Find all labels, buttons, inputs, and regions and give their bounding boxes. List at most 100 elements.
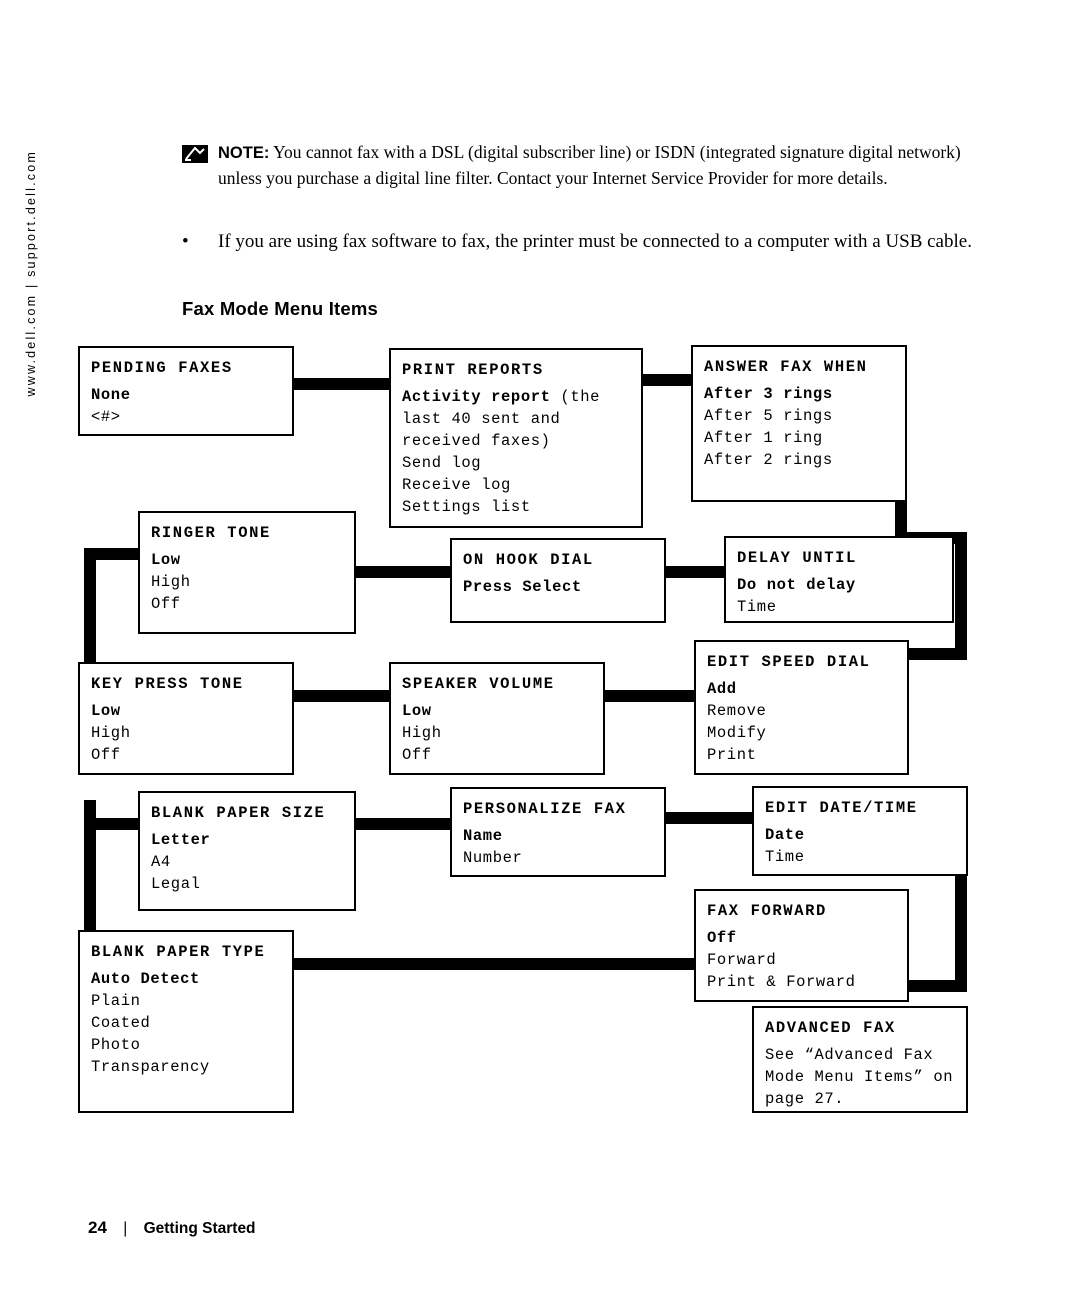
menu-option[interactable]: Off [151, 593, 343, 615]
menu-option[interactable]: Print & Forward [707, 971, 896, 993]
menu-option[interactable]: After 2 rings [704, 449, 894, 471]
footer-label: Getting Started [143, 1220, 256, 1237]
menu-box-title: ADVANCED FAX [765, 1019, 896, 1037]
menu-box-title: PERSONALIZE FAX [463, 800, 627, 818]
side-margin-url: www.dell.com | support.dell.com [24, 0, 38, 397]
page-title: Fax Mode Menu Items [182, 298, 379, 319]
menu-option-default[interactable]: Activity report (the [402, 386, 630, 408]
menu-option[interactable]: After 1 ring [704, 427, 894, 449]
menu-option[interactable]: Plain [91, 990, 281, 1012]
menu-option[interactable]: Time [737, 596, 941, 618]
menu-option-default[interactable]: Press Select [463, 576, 653, 598]
menu-box-blank-paper-size[interactable]: BLANK PAPER SIZE Letter A4 Legal [138, 791, 356, 911]
menu-option[interactable]: Legal [151, 873, 343, 895]
menu-box-title: RINGER TONE [151, 524, 271, 542]
menu-option-default-label: Activity report [402, 388, 551, 406]
menu-option[interactable]: <#> [91, 406, 281, 428]
menu-option-default[interactable]: None [91, 384, 281, 406]
connector-print-to-answer [642, 374, 694, 386]
menu-box-key-press-tone[interactable]: KEY PRESS TONE Low High Off [78, 662, 294, 775]
menu-option[interactable]: High [91, 722, 281, 744]
connector-datetime-down [955, 870, 967, 992]
menu-option-default[interactable]: Low [91, 700, 281, 722]
menu-option[interactable]: High [151, 571, 343, 593]
menu-box-note-line-3: page 27. [765, 1090, 845, 1108]
menu-box-title: DELAY UNTIL [737, 549, 857, 567]
connector-speaker-to-speeddial [604, 690, 695, 702]
connector-ringer-to-onhook [356, 566, 454, 578]
menu-option-default[interactable]: Off [707, 927, 896, 949]
menu-box-title: PENDING FAXES [91, 359, 233, 377]
menu-option[interactable]: Off [91, 744, 281, 766]
menu-box-ringer-tone[interactable]: RINGER TONE Low High Off [138, 511, 356, 634]
menu-option[interactable]: Print [707, 744, 896, 766]
menu-option-default[interactable]: Letter [151, 829, 343, 851]
menu-option-default-cont-1: last 40 sent and [402, 410, 561, 428]
menu-option[interactable]: Photo [91, 1034, 281, 1056]
menu-option-default[interactable]: Date [765, 824, 955, 846]
menu-option-default[interactable]: Add [707, 678, 896, 700]
connector-personalize-to-datetime [661, 812, 753, 824]
menu-box-on-hook-dial[interactable]: ON HOOK DIAL Press Select [450, 538, 666, 623]
connector-keypress-to-speaker [293, 690, 392, 702]
menu-option[interactable]: Number [463, 847, 653, 869]
note-body: You cannot fax with a DSL (digital subsc… [218, 142, 961, 188]
menu-box-note-line-1: See “Advanced Fax [765, 1046, 934, 1064]
menu-box-title: BLANK PAPER TYPE [91, 943, 266, 961]
menu-option[interactable]: Receive log [402, 474, 630, 496]
bullet-marker: • [182, 231, 189, 252]
note-icon [182, 145, 208, 163]
menu-option[interactable]: After 5 rings [704, 405, 894, 427]
menu-option[interactable]: Send log [402, 452, 630, 474]
menu-option[interactable]: Transparency [91, 1056, 281, 1078]
menu-option[interactable]: Time [765, 846, 955, 868]
side-margin-url-text: www.dell.com | support.dell.com [24, 150, 38, 397]
footer-page-number: 24 [88, 1218, 107, 1237]
menu-box-title: BLANK PAPER SIZE [151, 804, 326, 822]
connector-papertype-to-faxforward [293, 958, 697, 970]
note-block: NOTE: You cannot fax with a DSL (digital… [182, 140, 964, 191]
menu-option-default[interactable]: Low [151, 549, 343, 571]
note-label: NOTE: [218, 144, 270, 162]
menu-box-pending-faxes[interactable]: PENDING FAXES None <#> [78, 346, 294, 436]
menu-option[interactable]: Off [402, 744, 592, 766]
connector-papersize-in [84, 818, 140, 830]
menu-option[interactable]: Settings list [402, 496, 630, 518]
menu-box-title: ANSWER FAX WHEN [704, 358, 868, 376]
menu-option-default[interactable]: Low [402, 700, 592, 722]
menu-option[interactable]: High [402, 722, 592, 744]
bullet-item: • If you are using fax software to fax, … [182, 228, 972, 256]
menu-box-title: EDIT DATE/TIME [765, 799, 918, 817]
menu-box-edit-date-time[interactable]: EDIT DATE/TIME Date Time [752, 786, 968, 876]
menu-option[interactable]: Modify [707, 722, 896, 744]
menu-box-print-reports[interactable]: PRINT REPORTS Activity report (the last … [389, 348, 643, 528]
page-footer: 24 | Getting Started [88, 1218, 256, 1238]
menu-option-default[interactable]: Name [463, 825, 653, 847]
menu-option[interactable]: Forward [707, 949, 896, 971]
connector-pending-to-print [293, 378, 391, 390]
menu-option-default[interactable]: Auto Detect [91, 968, 281, 990]
menu-box-note-line-2: Mode Menu Items” on [765, 1068, 954, 1086]
menu-box-answer-fax-when[interactable]: ANSWER FAX WHEN After 3 rings After 5 ri… [691, 345, 907, 502]
menu-box-edit-speed-dial[interactable]: EDIT SPEED DIAL Add Remove Modify Print [694, 640, 909, 775]
menu-box-title: ON HOOK DIAL [463, 551, 594, 569]
menu-box-title: KEY PRESS TONE [91, 675, 244, 693]
connector-delay-down [955, 532, 967, 660]
menu-option-default[interactable]: Do not delay [737, 574, 941, 596]
menu-box-personalize-fax[interactable]: PERSONALIZE FAX Name Number [450, 787, 666, 877]
menu-option[interactable]: Remove [707, 700, 896, 722]
menu-box-speaker-volume[interactable]: SPEAKER VOLUME Low High Off [389, 662, 605, 775]
menu-option[interactable]: Coated [91, 1012, 281, 1034]
connector-papersize-to-personalize [356, 818, 455, 830]
connector-left-rail-top [84, 548, 96, 678]
menu-box-advanced-fax[interactable]: ADVANCED FAX See “Advanced Fax Mode Menu… [752, 1006, 968, 1113]
note-text: NOTE: You cannot fax with a DSL (digital… [218, 140, 964, 191]
menu-box-delay-until[interactable]: DELAY UNTIL Do not delay Time [724, 536, 954, 623]
menu-box-blank-paper-type[interactable]: BLANK PAPER TYPE Auto Detect Plain Coate… [78, 930, 294, 1113]
menu-box-fax-forward[interactable]: FAX FORWARD Off Forward Print & Forward [694, 889, 909, 1002]
menu-option[interactable]: A4 [151, 851, 343, 873]
menu-box-title: EDIT SPEED DIAL [707, 653, 871, 671]
menu-option-default-suffix: (the [550, 388, 601, 406]
connector-left-rail-papersize [84, 800, 96, 930]
menu-option-default[interactable]: After 3 rings [704, 383, 894, 405]
